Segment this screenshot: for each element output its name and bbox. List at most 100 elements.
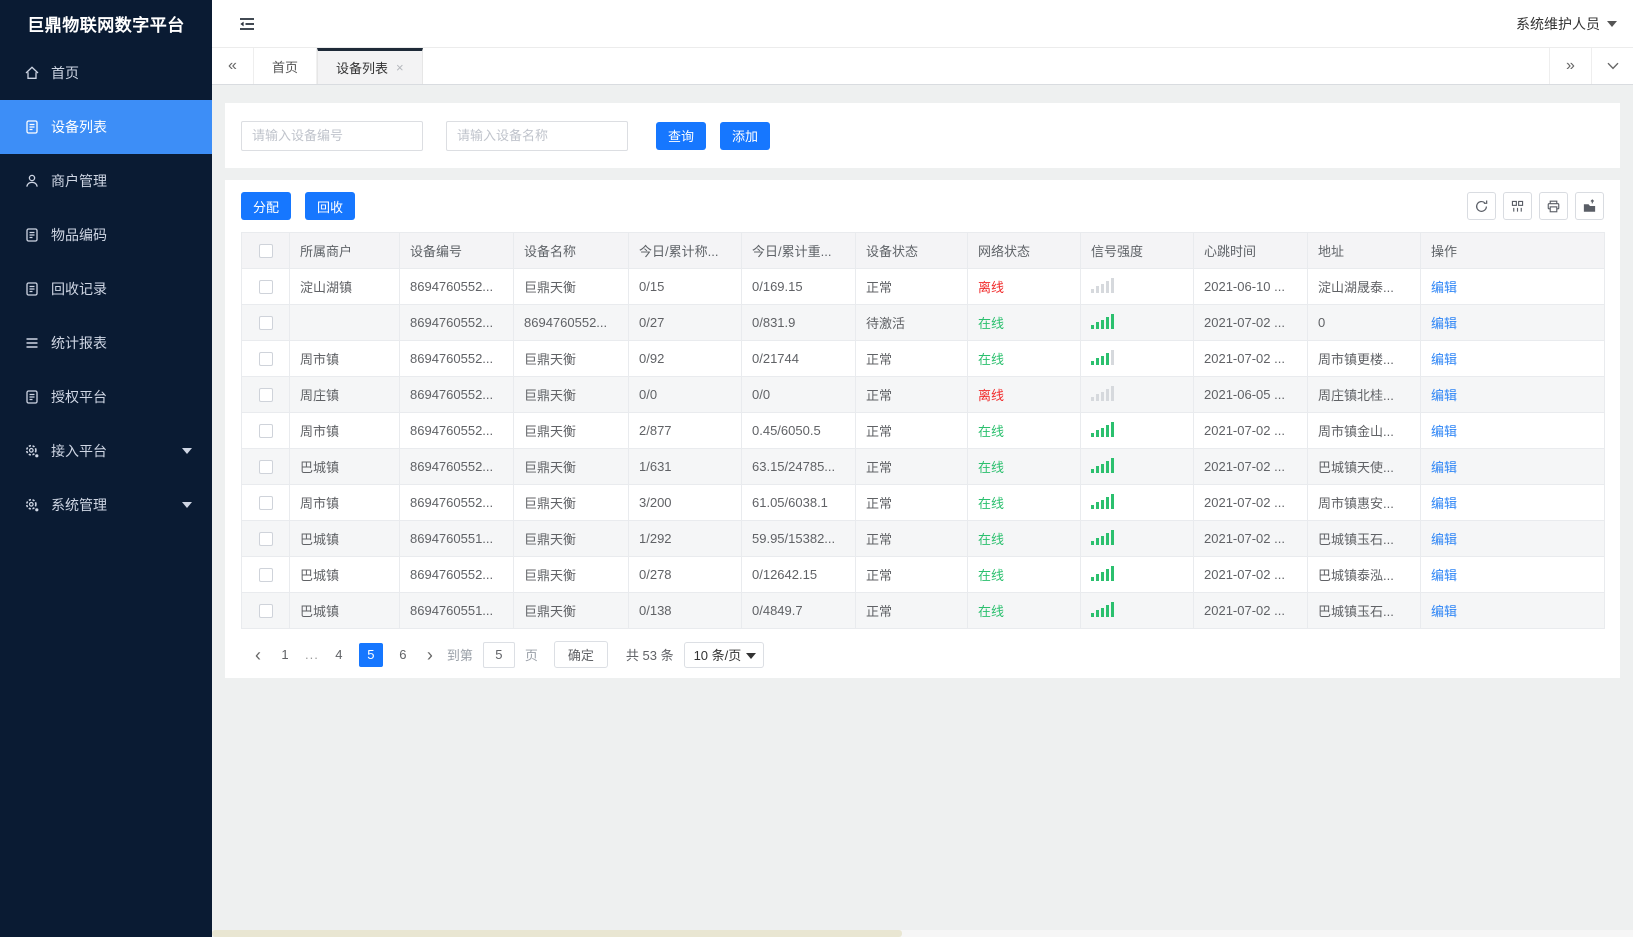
edit-link[interactable]: 编辑 <box>1431 280 1457 295</box>
network-status-text: 离线 <box>978 280 1005 295</box>
add-button[interactable]: 添加 <box>720 121 771 150</box>
select-all-checkbox[interactable] <box>258 244 273 259</box>
edit-link[interactable]: 编辑 <box>1431 604 1457 619</box>
goto-page-input[interactable] <box>482 641 515 668</box>
menu-fold-icon[interactable] <box>238 17 256 31</box>
table-tools <box>1467 192 1604 220</box>
cell-merchant: 巴城镇 <box>289 592 400 629</box>
sidebar-item-merchant-management[interactable]: 商户管理 <box>0 154 212 208</box>
next-page-button[interactable]: › <box>419 646 441 664</box>
cell-merchant: 巴城镇 <box>289 556 400 593</box>
column-header-today-count: 今日/累计称... <box>628 232 742 269</box>
edit-link[interactable]: 编辑 <box>1431 460 1457 475</box>
scrollbar-thumb[interactable] <box>212 930 902 937</box>
cell-today-weight: 63.15/24785... <box>741 448 856 485</box>
confirm-button[interactable]: 确定 <box>553 641 608 668</box>
query-button[interactable]: 查询 <box>656 121 707 150</box>
page-button-5-current[interactable]: 5 <box>358 642 383 667</box>
sidebar-item-home[interactable]: 首页 <box>0 46 212 100</box>
signal-strength-icon <box>1091 385 1116 401</box>
cell-address: 巴城镇玉石... <box>1307 520 1421 557</box>
row-checkbox[interactable] <box>258 460 273 475</box>
cell-device-number: 8694760552... <box>399 340 514 377</box>
prev-page-button[interactable]: ‹ <box>247 646 269 664</box>
sidebar-item-access-platform[interactable]: 接入平台 <box>0 424 212 478</box>
refresh-icon[interactable] <box>1467 192 1496 220</box>
edit-link[interactable]: 编辑 <box>1431 424 1457 439</box>
page-button-1[interactable]: 1 <box>273 643 297 667</box>
sidebar-item-device-list[interactable]: 设备列表 <box>0 100 212 154</box>
cell-heartbeat: 2021-07-02 ... <box>1193 448 1308 485</box>
column-header-address: 地址 <box>1307 232 1421 269</box>
cell-device-name: 巨鼎天衡 <box>513 340 629 377</box>
page-button-4[interactable]: 4 <box>327 643 351 667</box>
row-checkbox[interactable] <box>258 388 273 403</box>
edit-link[interactable]: 编辑 <box>1431 352 1457 367</box>
tabs-scroll-right-button[interactable]: » <box>1549 48 1591 84</box>
cell-device-name: 巨鼎天衡 <box>513 556 629 593</box>
row-checkbox[interactable] <box>258 424 273 439</box>
tab-home[interactable]: 首页 <box>254 48 318 84</box>
network-status-text: 在线 <box>978 532 1005 547</box>
recycle-button[interactable]: 回收 <box>305 192 356 220</box>
device-table: 所属商户 设备编号 设备名称 今日/累计称... 今日/累计重... 设备状态 … <box>241 232 1605 629</box>
close-icon[interactable]: × <box>396 60 404 75</box>
row-checkbox[interactable] <box>258 496 273 511</box>
row-checkbox[interactable] <box>258 316 273 331</box>
page-size-value: 10 条/页 <box>693 648 742 663</box>
cell-actions: 编辑 <box>1420 268 1605 305</box>
edit-link[interactable]: 编辑 <box>1431 532 1457 547</box>
cell-today-count: 0/27 <box>628 304 742 341</box>
cell-address: 0 <box>1307 304 1421 341</box>
column-header-actions: 操作 <box>1420 232 1605 269</box>
device-name-input[interactable] <box>446 120 628 151</box>
export-icon[interactable] <box>1575 192 1604 220</box>
edit-link[interactable]: 编辑 <box>1431 568 1457 583</box>
signal-strength-icon <box>1091 421 1116 437</box>
cell-address: 巴城镇泰泓... <box>1307 556 1421 593</box>
cell-today-count: 0/138 <box>628 592 742 629</box>
print-icon[interactable] <box>1539 192 1568 220</box>
device-number-input[interactable] <box>241 120 423 151</box>
sidebar-item-item-codes[interactable]: 物品编码 <box>0 208 212 262</box>
row-checkbox[interactable] <box>258 352 273 367</box>
edit-link[interactable]: 编辑 <box>1431 316 1457 331</box>
column-header-network-status: 网络状态 <box>967 232 1081 269</box>
search-panel: 查询 添加 <box>225 103 1620 168</box>
page-button-6[interactable]: 6 <box>391 643 415 667</box>
cell-heartbeat: 2021-07-02 ... <box>1193 592 1308 629</box>
assign-button[interactable]: 分配 <box>241 192 292 220</box>
page-unit-label: 页 <box>524 648 538 663</box>
home-icon <box>24 65 40 81</box>
edit-link[interactable]: 编辑 <box>1431 388 1457 403</box>
cell-heartbeat: 2021-07-02 ... <box>1193 484 1308 521</box>
row-checkbox[interactable] <box>258 280 273 295</box>
cell-device-status: 待激活 <box>855 304 968 341</box>
sidebar-item-system-management[interactable]: 系统管理 <box>0 478 212 532</box>
row-checkbox[interactable] <box>258 604 273 619</box>
edit-link[interactable]: 编辑 <box>1431 496 1457 511</box>
goto-label: 到第 <box>446 648 473 663</box>
cell-device-number: 8694760552... <box>399 376 514 413</box>
tab-device-list[interactable]: 设备列表 × <box>317 48 423 84</box>
tabs-scroll-left-button[interactable]: « <box>212 48 254 84</box>
user-menu[interactable]: 系统维护人员 <box>1516 14 1617 34</box>
cell-device-name: 巨鼎天衡 <box>513 268 629 305</box>
tabs-menu-button[interactable] <box>1591 48 1633 84</box>
tabbar-spacer <box>423 48 1549 84</box>
page-size-select[interactable]: 10 条/页 <box>683 641 765 668</box>
cell-signal <box>1080 376 1194 413</box>
row-checkbox[interactable] <box>258 568 273 583</box>
sidebar-item-authorization-platform[interactable]: 授权平台 <box>0 370 212 424</box>
column-settings-icon[interactable] <box>1503 192 1532 220</box>
cell-device-name: 巨鼎天衡 <box>513 592 629 629</box>
cell-actions: 编辑 <box>1420 376 1605 413</box>
table-row: 巴城镇 8694760552... 巨鼎天衡 0/278 0/12642.15 … <box>241 556 1605 593</box>
row-checkbox[interactable] <box>258 532 273 547</box>
table-row: 巴城镇 8694760551... 巨鼎天衡 0/138 0/4849.7 正常… <box>241 592 1605 629</box>
cell-heartbeat: 2021-06-05 ... <box>1193 376 1308 413</box>
pagination: ‹ 1 ... 4 5 6 › 到第 页 确定 共 53 条 10 条/页 <box>241 641 1604 668</box>
sidebar-item-recycle-records[interactable]: 回收记录 <box>0 262 212 316</box>
horizontal-scrollbar[interactable] <box>212 930 1633 937</box>
sidebar-item-statistics-reports[interactable]: 统计报表 <box>0 316 212 370</box>
